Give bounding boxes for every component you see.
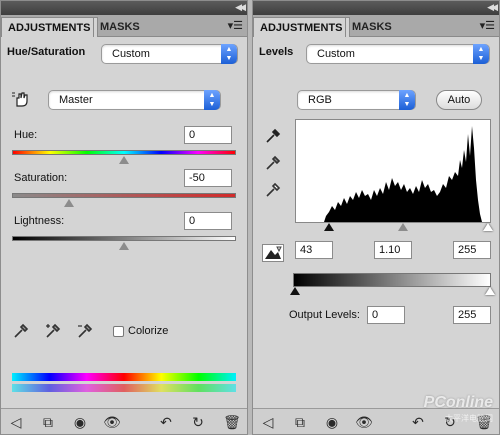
panel-title-strip: ◀◀ — [253, 1, 499, 15]
input-black-slider[interactable] — [324, 223, 334, 231]
levels-panel: ◀◀ ADJUSTMENTS MASKS ▾☰ Levels Custom ▲ ▼… — [252, 0, 500, 435]
output-levels-label: Output Levels: — [289, 309, 360, 321]
tab-adjustments[interactable]: ADJUSTMENTS — [1, 17, 98, 37]
output-black-field[interactable]: 0 — [367, 306, 405, 324]
output-color-bar — [12, 384, 236, 392]
hue-slider-thumb[interactable] — [119, 156, 129, 164]
channel-select[interactable]: RGB ▲ ▼ — [297, 90, 416, 110]
select-arrows-icon: ▲ ▼ — [473, 44, 489, 64]
output-white-field[interactable]: 255 — [453, 306, 491, 324]
back-arrow-icon[interactable]: ◁ — [7, 414, 25, 430]
tab-masks[interactable]: MASKS — [345, 17, 398, 37]
input-black-field[interactable]: 43 — [295, 241, 333, 259]
white-point-eyedropper-icon[interactable] — [263, 180, 283, 200]
hue-field[interactable]: 0 — [184, 126, 232, 144]
clipping-warning-icon[interactable] — [262, 244, 284, 262]
visibility-eye-icon[interactable]: 👁 — [355, 414, 373, 430]
previous-state-icon[interactable]: ↶ — [157, 414, 175, 430]
histogram — [295, 119, 491, 223]
output-black-slider[interactable] — [290, 287, 300, 295]
panel-title-strip: ◀◀ — [1, 1, 247, 15]
saturation-slider-thumb[interactable] — [64, 199, 74, 207]
channel-select[interactable]: Master ▲ ▼ — [48, 90, 221, 110]
adjustment-title: Levels — [259, 46, 294, 58]
select-arrows-icon: ▲ ▼ — [204, 90, 220, 110]
clip-icon[interactable]: ◉ — [71, 414, 89, 430]
lightness-label: Lightness: — [14, 215, 65, 227]
saturation-field[interactable]: -50 — [184, 169, 232, 187]
preset-value: Custom — [317, 48, 355, 60]
watermark-subtitle: 太平洋电脑网 — [445, 414, 493, 423]
lightness-slider-thumb[interactable] — [119, 242, 129, 250]
lightness-field[interactable]: 0 — [184, 212, 232, 230]
input-color-bar — [12, 373, 236, 381]
channel-value: RGB — [308, 94, 332, 106]
tab-adjustments[interactable]: ADJUSTMENTS — [253, 17, 350, 37]
input-gamma-field[interactable]: 1.10 — [374, 241, 412, 259]
colorize-label: Colorize — [128, 325, 169, 337]
clip-icon[interactable]: ◉ — [323, 414, 341, 430]
output-levels-gradient — [293, 273, 491, 287]
resize-icon[interactable]: ⧉ — [39, 414, 57, 430]
input-white-field[interactable]: 255 — [453, 241, 491, 259]
panel-menu-icon[interactable]: ▾☰ — [228, 19, 243, 32]
watermark-logo: PConline — [423, 394, 493, 411]
preset-select[interactable]: Custom ▲ ▼ — [101, 44, 238, 64]
output-white-slider[interactable] — [485, 287, 495, 295]
histogram-graph — [296, 126, 490, 222]
colorize-checkbox[interactable] — [113, 326, 124, 337]
visibility-eye-icon[interactable]: 👁 — [103, 414, 121, 430]
saturation-slider-track[interactable] — [12, 193, 236, 198]
collapse-icon[interactable]: ◀◀ — [487, 2, 498, 13]
back-arrow-icon[interactable]: ◁ — [259, 414, 277, 430]
saturation-label: Saturation: — [14, 172, 68, 184]
eyedropper-icon[interactable] — [11, 321, 31, 341]
auto-button[interactable]: Auto — [436, 90, 482, 110]
reset-icon[interactable]: ↻ — [189, 414, 207, 430]
eyedropper-plus-icon[interactable] — [43, 321, 63, 341]
input-gamma-slider[interactable] — [398, 223, 408, 231]
lightness-slider-track[interactable] — [12, 236, 236, 241]
input-white-slider[interactable] — [483, 223, 493, 231]
collapse-icon[interactable]: ◀◀ — [235, 2, 246, 13]
tab-masks[interactable]: MASKS — [93, 17, 146, 37]
trash-icon[interactable]: 🗑 — [223, 414, 241, 430]
hue-label: Hue: — [14, 129, 38, 141]
hue-saturation-panel: ◀◀ ADJUSTMENTS MASKS ▾☰ Hue/Saturation C… — [0, 0, 248, 435]
black-point-eyedropper-icon[interactable] — [263, 126, 283, 146]
resize-icon[interactable]: ⧉ — [291, 414, 309, 430]
targeted-adjustment-hand-icon[interactable] — [10, 89, 32, 109]
channel-value: Master — [59, 94, 93, 106]
gray-point-eyedropper-icon[interactable] — [263, 153, 283, 173]
select-arrows-icon: ▲ ▼ — [399, 90, 415, 110]
preset-value: Custom — [112, 48, 150, 60]
bottom-toolbar: ◁ ⧉ ◉ 👁 ↶ ↻ 🗑 — [1, 408, 247, 434]
panel-menu-icon[interactable]: ▾☰ — [480, 19, 495, 32]
eyedropper-minus-icon[interactable] — [75, 321, 95, 341]
previous-state-icon[interactable]: ↶ — [409, 414, 427, 430]
preset-select[interactable]: Custom ▲ ▼ — [306, 44, 490, 64]
select-arrows-icon: ▲ ▼ — [221, 44, 237, 64]
tab-bar: ADJUSTMENTS MASKS ▾☰ — [253, 15, 499, 37]
hue-slider-track[interactable] — [12, 150, 236, 155]
adjustment-title: Hue/Saturation — [7, 46, 86, 58]
tab-bar: ADJUSTMENTS MASKS ▾☰ — [1, 15, 247, 37]
